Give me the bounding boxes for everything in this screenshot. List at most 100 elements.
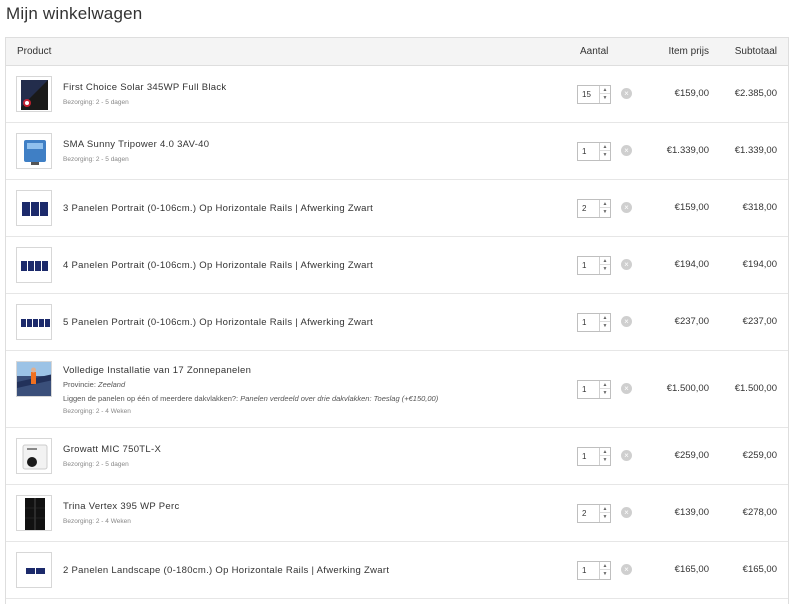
quantity-stepper[interactable]: 1 ▲ ▼ [577,256,611,275]
page-title: Mijn winkelwagen [6,4,143,23]
product-name[interactable]: 4 Panelen Portrait (0-106cm.) Op Horizon… [63,260,373,271]
chevron-up-icon[interactable]: ▲ [600,314,610,322]
chevron-up-icon[interactable]: ▲ [600,143,610,151]
product-option: Provincie: Zeeland [63,380,125,389]
item-price: €159,00 [674,88,709,99]
chevron-down-icon[interactable]: ▼ [600,265,610,273]
item-price: €159,00 [674,202,709,213]
quantity-value[interactable]: 1 [582,261,586,270]
item-subtotal: €1.500,00 [734,383,777,394]
remove-icon[interactable]: × [621,450,632,461]
cart-row: 5 Panelen Portrait (0-106cm.) Op Horizon… [6,294,788,351]
chevron-up-icon[interactable]: ▲ [600,505,610,513]
header-qty: Aantal [580,46,609,57]
product-name[interactable]: 3 Panelen Portrait (0-106cm.) Op Horizon… [63,203,373,214]
remove-icon[interactable]: × [621,316,632,327]
product-name[interactable]: Growatt MIC 750TL-X [63,444,161,455]
mounting-4-panels-icon[interactable] [16,247,52,283]
chevron-up-icon[interactable]: ▲ [600,200,610,208]
inverter-icon[interactable] [16,133,52,169]
quantity-value[interactable]: 1 [582,452,586,461]
cart-table: Product Aantal Item prijs Subtotaal Firs… [5,37,789,604]
item-price: €139,00 [674,507,709,518]
item-price: €1.339,00 [666,145,709,156]
quantity-value[interactable]: 1 [582,318,586,327]
quantity-value[interactable]: 1 [582,385,586,394]
quantity-value[interactable]: 2 [582,509,586,518]
mounting-3-panels-icon[interactable] [16,190,52,226]
quantity-value[interactable]: 1 [582,566,586,575]
product-name[interactable]: Trina Vertex 395 WP Perc [63,501,180,512]
cart-header: Product Aantal Item prijs Subtotaal [6,38,788,66]
chevron-down-icon[interactable]: ▼ [600,208,610,216]
cart-row: 2 Panelen Landscape (0-180cm.) Op Horizo… [6,542,788,599]
chevron-up-icon[interactable]: ▲ [600,562,610,570]
option-value: Panelen verdeeld over drie dakvlakken: T… [240,394,439,403]
item-subtotal: €165,00 [742,564,777,575]
cart-row: Trina Vertex 395 WP Perc Bezorging: 2 - … [6,485,788,542]
quantity-value[interactable]: 1 [582,147,586,156]
chevron-up-icon[interactable]: ▲ [600,381,610,389]
option-label: Provincie: [63,380,96,389]
header-subtotal: Subtotaal [734,46,777,57]
item-price: €194,00 [674,259,709,270]
installation-photo-icon[interactable] [16,361,52,397]
remove-icon[interactable]: × [621,145,632,156]
quantity-stepper[interactable]: 2 ▲ ▼ [577,504,611,523]
option-value: Zeeland [98,380,126,389]
quantity-stepper[interactable]: 2 ▲ ▼ [577,199,611,218]
cart-row: 4 Panelen Portrait (0-106cm.) Op Horizon… [6,237,788,294]
chevron-down-icon[interactable]: ▼ [600,322,610,330]
chevron-down-icon[interactable]: ▼ [600,513,610,521]
quantity-value[interactable]: 15 [582,90,591,99]
delivery-time: Bezorging: 2 - 4 Weken [63,518,131,525]
quantity-stepper[interactable]: 1 ▲ ▼ [577,447,611,466]
option-label: Liggen de panelen op één of meerdere dak… [63,394,239,403]
solar-panel-icon[interactable] [16,495,52,531]
item-subtotal: €278,00 [742,507,777,518]
chevron-up-icon[interactable]: ▲ [600,86,610,94]
product-name[interactable]: 2 Panelen Landscape (0-180cm.) Op Horizo… [63,565,389,576]
delivery-time: Bezorging: 2 - 5 dagen [63,461,129,468]
delivery-time: Bezorging: 2 - 5 dagen [63,156,129,163]
header-price: Item prijs [668,46,709,57]
item-subtotal: €1.339,00 [734,145,777,156]
product-name[interactable]: First Choice Solar 345WP Full Black [63,82,226,93]
cart-row: First Choice Solar 345WP Full Black Bezo… [6,66,788,123]
cart-row: Growatt MIC 750TL-X Bezorging: 2 - 5 dag… [6,428,788,485]
quantity-stepper[interactable]: 1 ▲ ▼ [577,142,611,161]
quantity-stepper[interactable]: 1 ▲ ▼ [577,313,611,332]
chevron-down-icon[interactable]: ▼ [600,456,610,464]
remove-icon[interactable]: × [621,259,632,270]
item-subtotal: €2.385,00 [734,88,777,99]
mounting-landscape-icon[interactable] [16,552,52,588]
quantity-value[interactable]: 2 [582,204,586,213]
growatt-inverter-icon[interactable] [16,438,52,474]
remove-icon[interactable]: × [621,383,632,394]
quantity-stepper[interactable]: 15 ▲ ▼ [577,85,611,104]
product-name[interactable]: 5 Panelen Portrait (0-106cm.) Op Horizon… [63,317,373,328]
chevron-down-icon[interactable]: ▼ [600,94,610,102]
quantity-stepper[interactable]: 1 ▲ ▼ [577,380,611,399]
chevron-up-icon[interactable]: ▲ [600,257,610,265]
remove-icon[interactable]: × [621,507,632,518]
header-product: Product [17,46,52,57]
remove-icon[interactable]: × [621,564,632,575]
mounting-5-panels-icon[interactable] [16,304,52,340]
product-name[interactable]: SMA Sunny Tripower 4.0 3AV-40 [63,139,209,150]
delivery-time: Bezorging: 2 - 4 Weken [63,408,131,415]
delivery-time: Bezorging: 2 - 5 dagen [63,99,129,106]
chevron-down-icon[interactable]: ▼ [600,570,610,578]
item-price: €165,00 [674,564,709,575]
product-name[interactable]: Volledige Installatie van 17 Zonnepanele… [63,365,251,376]
remove-icon[interactable]: × [621,88,632,99]
quantity-stepper[interactable]: 1 ▲ ▼ [577,561,611,580]
remove-icon[interactable]: × [621,202,632,213]
chevron-down-icon[interactable]: ▼ [600,389,610,397]
cart-row: Volledige Installatie van 17 Zonnepanele… [6,351,788,428]
chevron-up-icon[interactable]: ▲ [600,448,610,456]
chevron-down-icon[interactable]: ▼ [600,151,610,159]
item-subtotal: €259,00 [742,450,777,461]
item-subtotal: €318,00 [742,202,777,213]
solar-panel-black-icon[interactable] [16,76,52,112]
